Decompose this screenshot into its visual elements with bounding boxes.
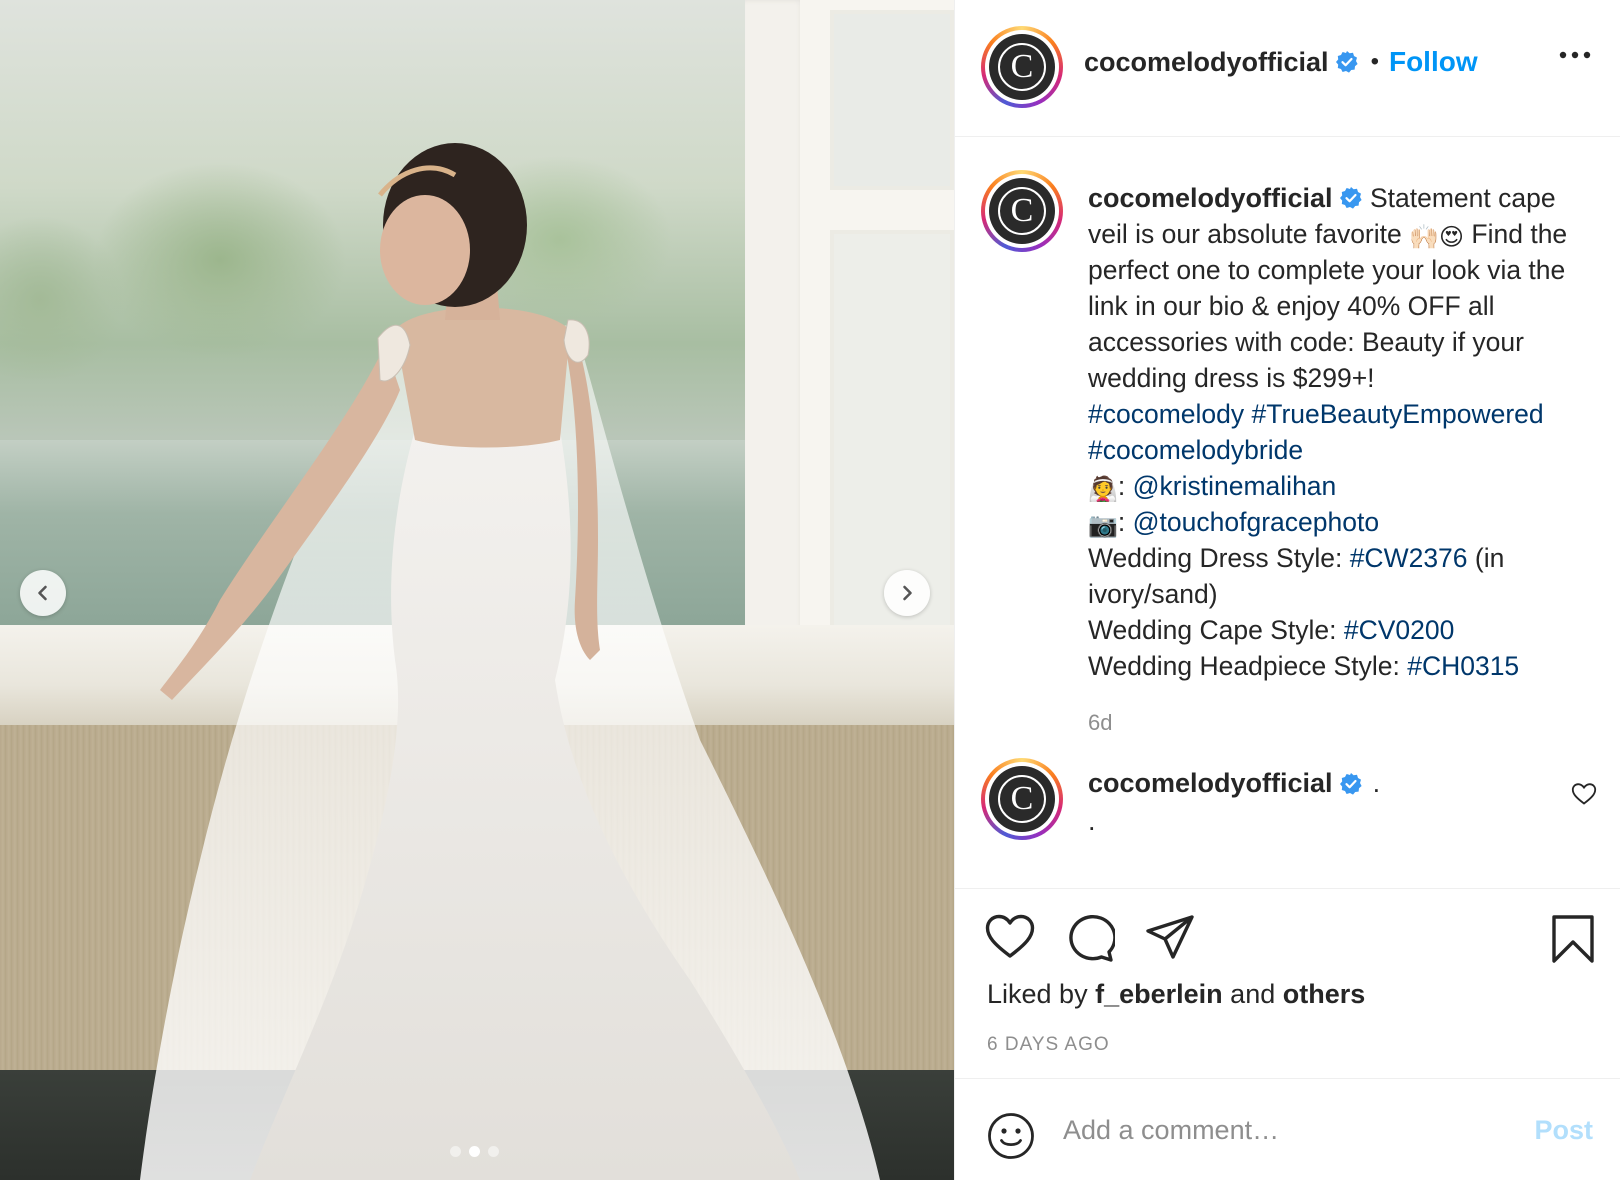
hashtag-link[interactable]: #TrueBeautyEmpowered [1252,399,1544,429]
post-actions: Liked by f_eberlein and others 6 DAYS AG… [955,888,1620,1078]
bride-figure [140,143,880,1180]
dress-style-label: Wedding Dress Style: [1088,543,1343,573]
share-button[interactable] [1145,914,1195,962]
heart-icon [985,914,1035,958]
carousel-prev-button[interactable] [20,570,66,616]
hashtag-link[interactable]: #cocomelody [1088,399,1244,429]
likes-others[interactable]: others [1283,979,1366,1009]
verified-badge-icon [1339,772,1362,795]
smile-icon[interactable] [987,1112,1035,1160]
hashtag-link[interactable]: #cocomelodybride [1088,435,1303,465]
comment-text-line2: . [1088,806,1096,836]
hashtag-link[interactable]: #CH0315 [1407,651,1519,681]
more-icon[interactable] [1559,50,1591,60]
post-container: C cocomelodyofficial • Follow C cocomelo… [0,0,1620,1180]
verified-badge-icon [1339,187,1362,209]
hashtag-link[interactable]: #CV0200 [1344,615,1455,645]
carousel-indicator [450,1146,499,1157]
header-separator: • [1370,48,1379,75]
add-comment-bar: Post [955,1078,1620,1180]
share-icon [1146,915,1194,959]
comment-input[interactable] [1063,1107,1483,1153]
header-username[interactable]: cocomelodyofficial [1084,47,1329,78]
post-header: C cocomelodyofficial • Follow [955,0,1620,137]
comment-line: cocomelodyofficial . [1088,768,1380,799]
follow-button[interactable]: Follow [1389,46,1478,78]
action-icons [985,914,1195,962]
comment-avatar[interactable]: C [981,758,1063,840]
carousel-dot-active [469,1146,480,1157]
post-image[interactable] [0,0,954,1180]
verified-badge-icon [1335,51,1358,73]
colon: : [1117,507,1126,537]
comment-icon [1069,915,1115,962]
post-comment-button[interactable]: Post [1534,1115,1593,1146]
post-timestamp[interactable]: 6 DAYS AGO [987,1034,1110,1056]
raising-hands-emoji: 🙌🏻 [1409,224,1440,251]
likes-summary: Liked by f_eberlein and others [987,979,1365,1010]
caption-text: cocomelodyofficial Statement cape veil i… [1088,180,1598,684]
camera-emoji: 📷 [1088,512,1118,539]
header-user-line: cocomelodyofficial • Follow [1084,46,1478,78]
caption-avatar[interactable]: C [981,170,1063,252]
colon: : [1117,471,1126,501]
save-button[interactable] [1551,914,1595,969]
likes-middle: and [1230,979,1276,1009]
carousel-dot [450,1146,461,1157]
like-button[interactable] [985,914,1035,962]
comment-username[interactable]: cocomelodyofficial [1088,768,1333,799]
carousel-next-button[interactable] [884,570,930,616]
avatar-logo: C [998,775,1046,823]
bride-emoji: 👰 [1088,476,1118,503]
likes-prefix: Liked by [987,979,1088,1009]
caption-age: 6d [1088,710,1113,735]
avatar[interactable]: C [981,26,1063,108]
chevron-right-icon [903,585,912,601]
caption-username[interactable]: cocomelodyofficial [1088,183,1333,213]
mention-link[interactable]: @kristinemalihan [1133,471,1337,501]
bookmark-icon [1552,915,1594,963]
avatar-logo: C [998,43,1046,91]
headpiece-style-label: Wedding Headpiece Style: [1088,651,1400,681]
avatar-logo: C [998,187,1046,235]
comment-button[interactable] [1065,914,1115,962]
carousel-dot [488,1146,499,1157]
chevron-left-icon [38,585,47,601]
cape-style-label: Wedding Cape Style: [1088,615,1337,645]
hashtag-link[interactable]: #CW2376 [1350,543,1468,573]
mention-link[interactable]: @touchofgracephoto [1133,507,1379,537]
heart-eyes-emoji: 😍 [1439,224,1465,251]
likes-user[interactable]: f_eberlein [1095,979,1223,1009]
post-sidebar: C cocomelodyofficial • Follow C cocomelo… [954,0,1620,1180]
comment-text: . [1372,768,1381,798]
comment-like-heart-icon[interactable] [1571,782,1597,806]
